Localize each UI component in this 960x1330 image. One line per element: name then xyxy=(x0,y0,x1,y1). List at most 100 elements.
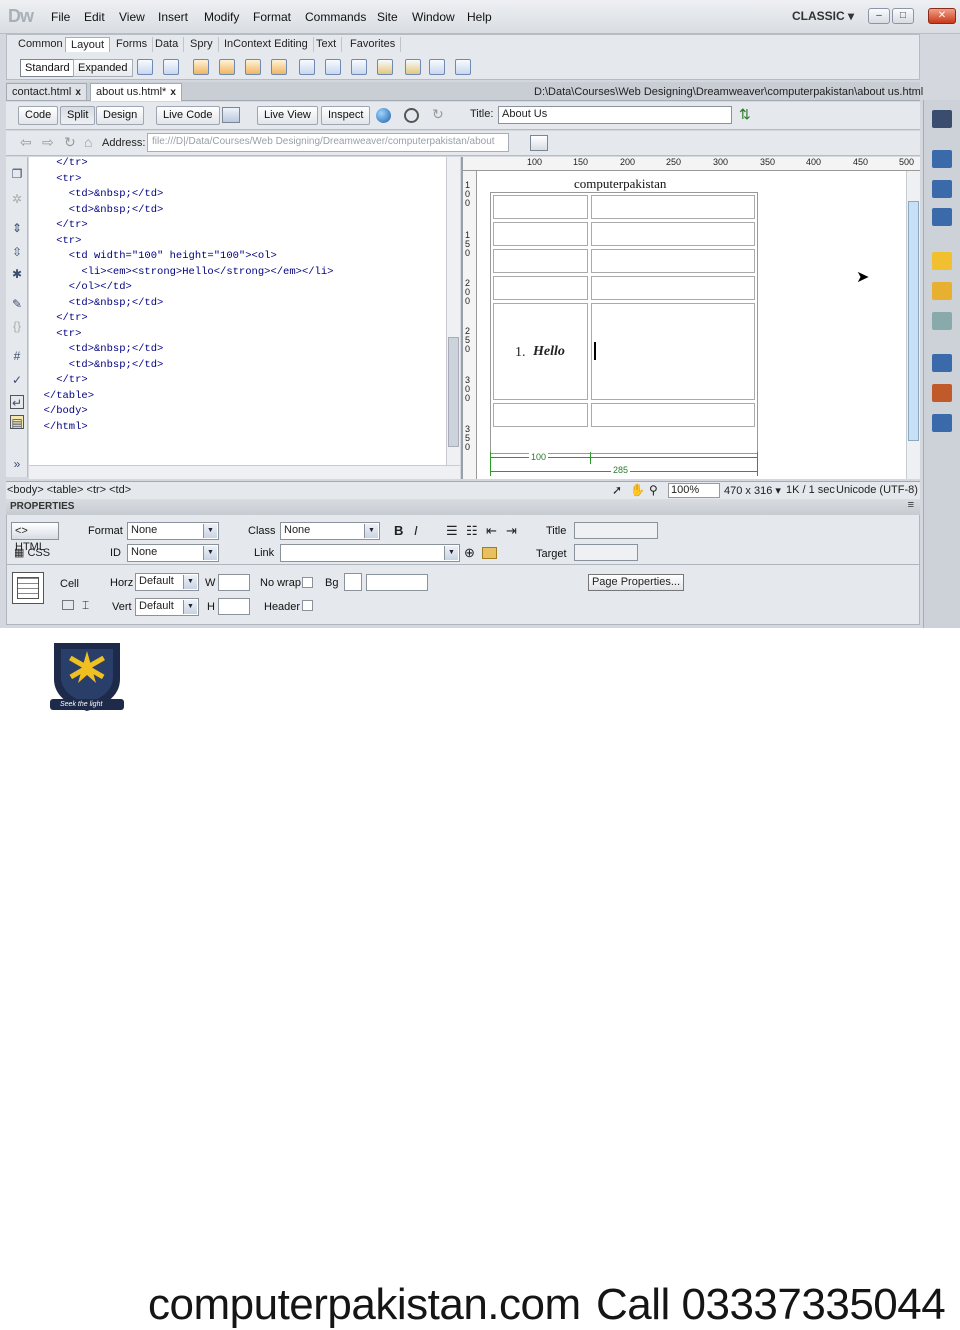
live-view-button[interactable]: Live View xyxy=(257,106,318,125)
table-cell[interactable] xyxy=(591,276,755,300)
design-view-button[interactable]: Design xyxy=(96,106,145,125)
spry-panels-icon[interactable] xyxy=(245,59,261,75)
assets-icon[interactable] xyxy=(932,384,952,402)
html-mode-button[interactable]: <> HTML xyxy=(11,522,59,553)
tab-favorites[interactable]: Favorites xyxy=(345,37,402,52)
tag-inspector-icon[interactable] xyxy=(932,208,952,226)
balance-braces-icon[interactable]: {} xyxy=(10,319,24,333)
panel-menu-icon[interactable]: ≡ xyxy=(908,499,914,511)
menu-format[interactable]: Format xyxy=(253,10,291,24)
tag-selector[interactable]: <body> <table> <tr> <td> xyxy=(7,484,131,496)
syntax-coloring-icon[interactable]: ▤ xyxy=(10,415,24,430)
collapse-tag-icon[interactable]: ⇕ xyxy=(10,221,24,235)
class-select[interactable]: None xyxy=(280,522,380,540)
visual-aids-icon[interactable] xyxy=(404,108,419,123)
workspace-switcher[interactable]: CLASSIC ▾ xyxy=(792,9,854,23)
ap-div-icon[interactable] xyxy=(193,59,209,75)
live-code-button[interactable]: Live Code xyxy=(156,106,220,125)
format-select[interactable]: None xyxy=(127,522,219,540)
zoom-select[interactable]: 100% xyxy=(668,483,720,498)
back-icon[interactable]: ⇦ xyxy=(20,134,32,151)
window-size[interactable]: 470 x 316 ▾ xyxy=(724,484,781,497)
line-numbers-icon[interactable]: # xyxy=(10,349,24,363)
tab-spry[interactable]: Spry xyxy=(185,37,219,52)
preview-globe-icon[interactable] xyxy=(376,108,391,123)
table-icon[interactable] xyxy=(137,59,153,75)
scroll-thumb[interactable] xyxy=(448,337,459,447)
tab-layout[interactable]: Layout xyxy=(65,37,111,52)
menu-site[interactable]: Site xyxy=(377,10,398,24)
server-behaviors-icon[interactable] xyxy=(932,282,952,300)
standard-mode-button[interactable]: Standard xyxy=(20,59,75,77)
split-view-button[interactable]: Split xyxy=(60,106,96,125)
open-documents-icon[interactable]: ❐ xyxy=(10,167,24,181)
file-management-icon[interactable]: ⇅ xyxy=(739,106,751,123)
table-cell[interactable] xyxy=(493,222,588,246)
table-cell[interactable] xyxy=(493,403,588,427)
design-view[interactable]: computerpakistan 1. Hello 100 285 ➤ xyxy=(463,157,906,479)
link-input[interactable] xyxy=(280,544,460,562)
iframe-icon[interactable] xyxy=(299,59,315,75)
tab-about-us-html[interactable]: about us.html* x xyxy=(90,83,182,101)
menu-file[interactable]: File xyxy=(51,10,70,24)
frames-icon[interactable] xyxy=(325,59,341,75)
more-tools-icon[interactable]: » xyxy=(10,457,24,471)
show-code-navigator-icon[interactable]: ✲ xyxy=(10,192,24,206)
css-mode-button[interactable]: ▦ CSS xyxy=(14,546,50,559)
code-view-button[interactable]: Code xyxy=(18,106,59,125)
close-tab-icon[interactable]: x xyxy=(75,87,81,98)
table-cell[interactable] xyxy=(591,249,755,273)
unordered-list-icon[interactable]: ☰ xyxy=(446,523,458,539)
design-scrollbar[interactable] xyxy=(906,171,920,479)
code-scrollbar[interactable] xyxy=(446,157,460,465)
minimize-button[interactable]: – xyxy=(868,8,890,24)
tab-common[interactable]: Common xyxy=(13,37,69,52)
refresh-icon[interactable]: ↻ xyxy=(432,106,444,123)
spry-accordion-icon[interactable] xyxy=(271,59,287,75)
expand-all-icon[interactable]: ✱ xyxy=(10,267,24,281)
layout-table[interactable]: 1. Hello xyxy=(490,192,758,454)
table-cell[interactable] xyxy=(493,249,588,273)
tab-forms[interactable]: Forms xyxy=(111,37,154,52)
scroll-thumb[interactable] xyxy=(908,201,919,441)
horz-select[interactable]: Default xyxy=(135,573,199,591)
snippets-icon[interactable] xyxy=(932,414,952,432)
tab-incontext-editing[interactable]: InContext Editing xyxy=(219,37,314,52)
table-cell[interactable] xyxy=(591,195,755,219)
select-tool-icon[interactable]: ➚ xyxy=(612,483,622,497)
browse-folder-icon[interactable] xyxy=(482,547,497,559)
bindings-icon[interactable] xyxy=(932,312,952,330)
menu-modify[interactable]: Modify xyxy=(204,10,239,24)
bold-button[interactable]: B xyxy=(394,523,403,538)
databases-icon[interactable] xyxy=(932,252,952,270)
live-view-options-icon[interactable] xyxy=(530,135,548,151)
width-input[interactable] xyxy=(218,574,250,591)
header-checkbox[interactable] xyxy=(302,600,313,611)
table-cell-list[interactable]: 1. Hello xyxy=(493,303,588,400)
italic-button[interactable]: I xyxy=(414,523,418,538)
vert-select[interactable]: Default xyxy=(135,598,199,616)
columns-icon[interactable] xyxy=(377,59,393,75)
page-properties-button[interactable]: Page Properties... xyxy=(588,574,684,591)
word-wrap-icon[interactable]: ↵ xyxy=(10,395,24,410)
css-styles-icon[interactable] xyxy=(932,150,952,168)
menu-view[interactable]: View xyxy=(119,10,145,24)
files-icon[interactable] xyxy=(932,354,952,372)
menu-insert[interactable]: Insert xyxy=(158,10,188,24)
address-input[interactable]: file:///D|/Data/Courses/Web Designing/Dr… xyxy=(147,133,509,152)
menu-commands[interactable]: Commands xyxy=(305,10,366,24)
table-cell[interactable] xyxy=(591,403,755,427)
ap-elements-icon[interactable] xyxy=(932,180,952,198)
insert-panel-icon[interactable] xyxy=(932,110,952,128)
grid-dropdown-icon[interactable] xyxy=(455,59,471,75)
highlight-invalid-icon[interactable]: ✓ xyxy=(10,373,24,387)
forward-icon[interactable]: ⇨ xyxy=(42,134,54,151)
code-view[interactable]: </tr> <tr> <td>&nbsp;</td> <td>&nbsp;</t… xyxy=(29,157,446,465)
target-select[interactable] xyxy=(574,544,638,561)
inspect-button[interactable]: Inspect xyxy=(321,106,371,125)
table-cell[interactable] xyxy=(493,195,588,219)
code-hscrollbar[interactable] xyxy=(29,465,460,479)
title-input[interactable]: About Us xyxy=(498,106,732,124)
select-parent-tag-icon[interactable]: ✎ xyxy=(10,297,24,311)
height-input[interactable] xyxy=(218,598,250,615)
